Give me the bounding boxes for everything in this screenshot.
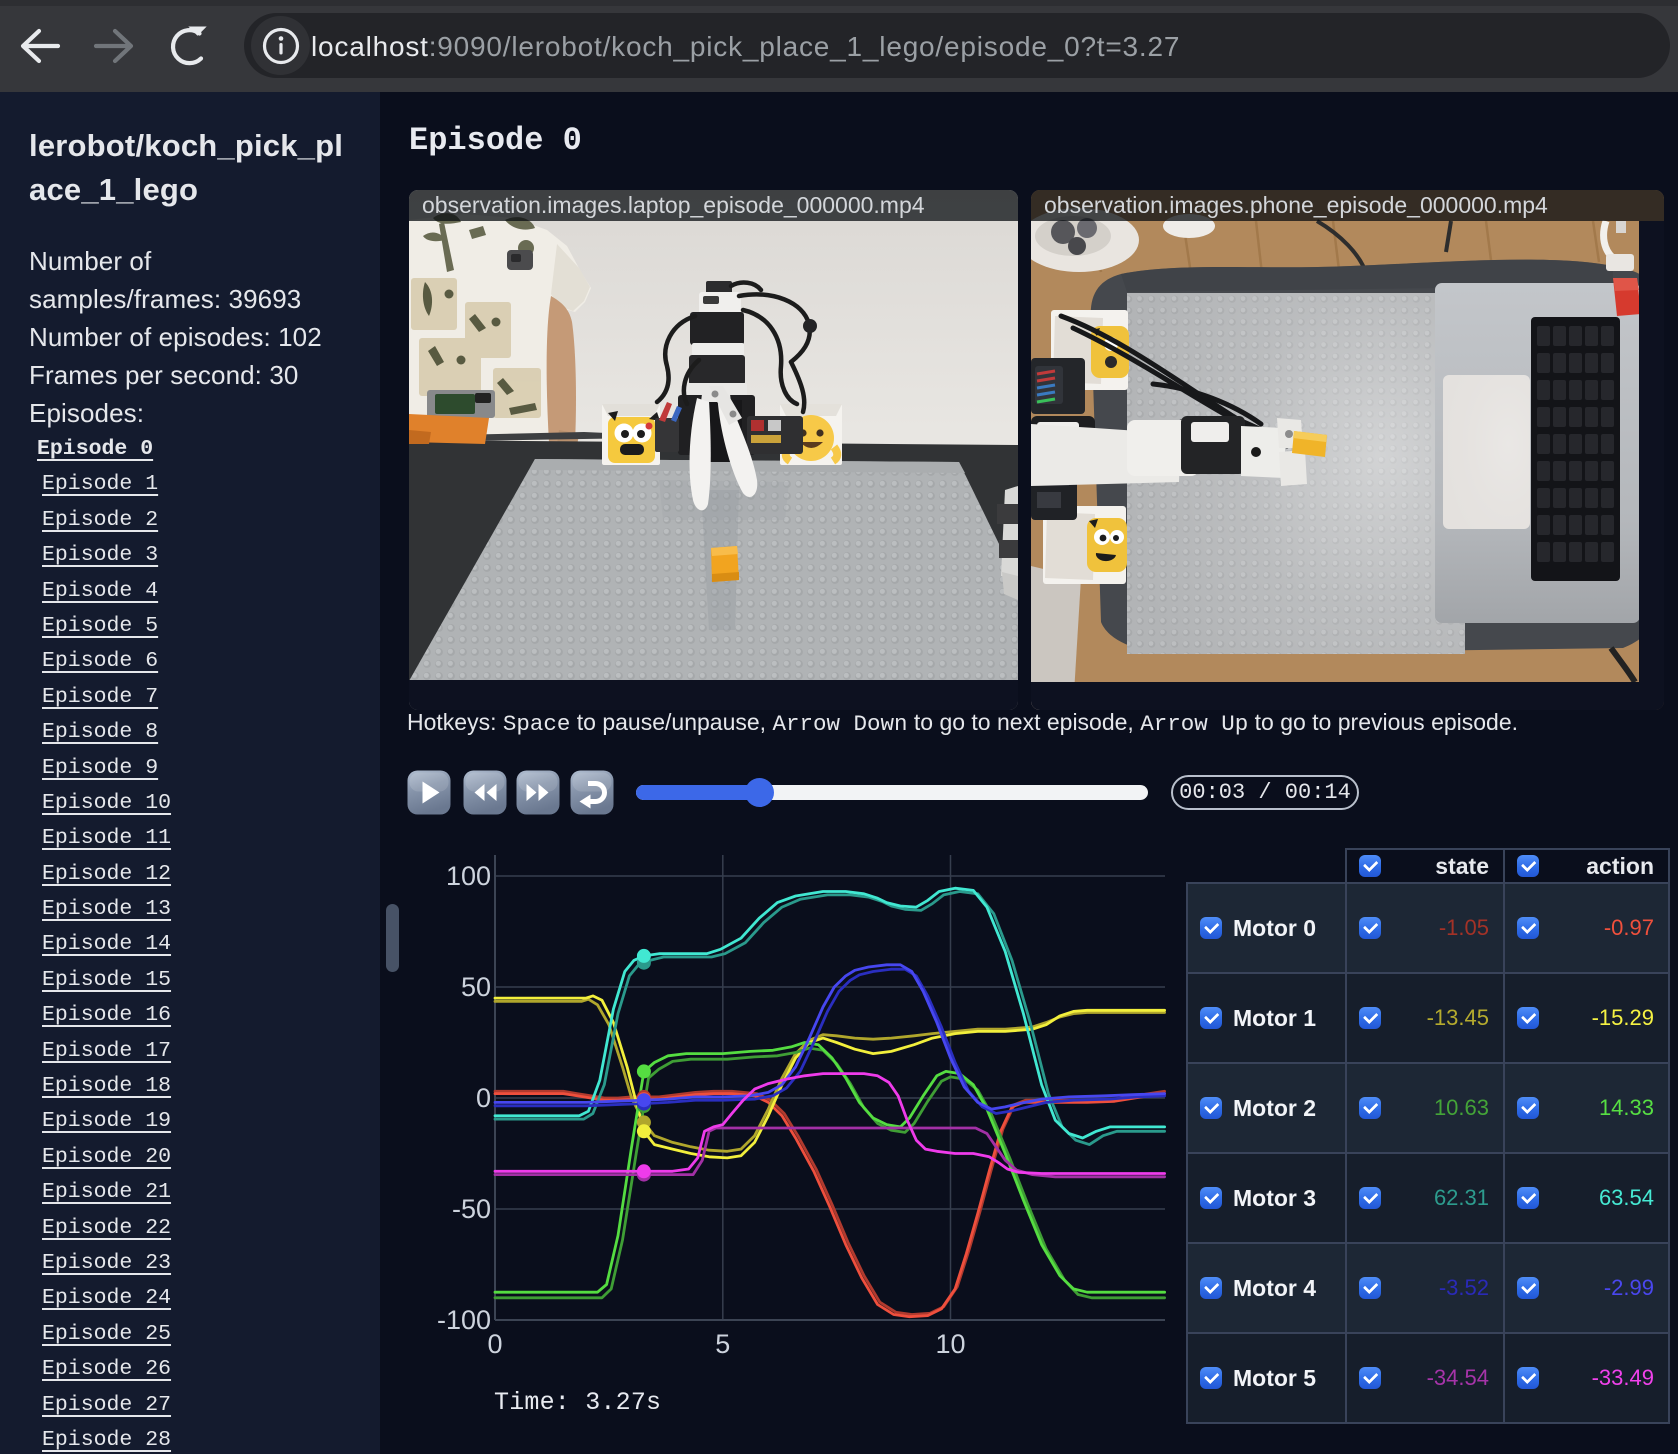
svg-text:10: 10: [935, 1329, 965, 1359]
svg-text:0: 0: [476, 1083, 491, 1113]
svg-text:observation.images.laptop_epis: observation.images.laptop_episode_000000…: [422, 192, 925, 218]
svg-text:-100: -100: [437, 1305, 491, 1335]
svg-text:100: 100: [446, 861, 491, 891]
svg-text:5: 5: [715, 1329, 730, 1359]
svg-text:0: 0: [487, 1329, 502, 1359]
svg-text:50: 50: [461, 972, 491, 1002]
svg-text:observation.images.phone_episo: observation.images.phone_episode_000000.…: [1044, 192, 1548, 218]
svg-text:-50: -50: [452, 1194, 491, 1224]
